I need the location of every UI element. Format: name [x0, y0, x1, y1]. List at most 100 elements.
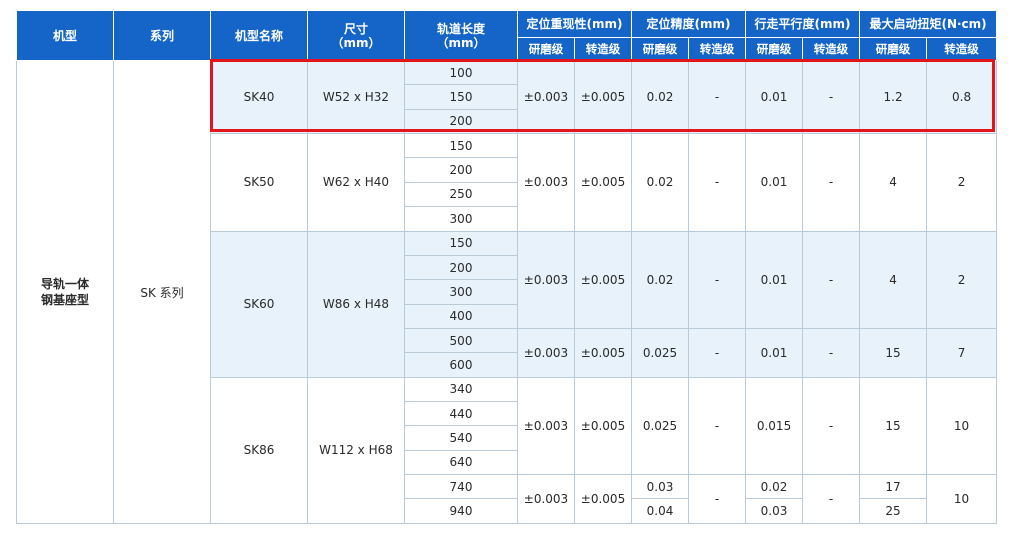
torque-rolling-cell: 2 [926, 230, 998, 329]
parallelism-rolling-cell: - [802, 230, 861, 329]
col-header-accuracy: 定位精度(mm) [631, 10, 747, 38]
rail-length-cell: 200 [404, 157, 518, 183]
accuracy-grinding-cell: 0.02 [631, 133, 690, 232]
parallelism-rolling-cell: - [802, 376, 861, 476]
size-sk60: W86 x H48 [307, 230, 405, 378]
model-type-cell: 导轨一体 钢基座型 [16, 60, 114, 524]
col-header-parallelism: 行走平行度(mm) [745, 10, 861, 38]
repeatability-grinding-cell: ±0.003 [517, 327, 575, 378]
accuracy-grinding-cell: 0.03 [631, 474, 690, 500]
parallelism-rolling-cell: - [802, 327, 861, 378]
size-header-line2: （mm） [331, 35, 381, 50]
rail-length-cell: 150 [404, 84, 518, 110]
parallelism-grinding-cell: 0.01 [745, 133, 804, 232]
model-name-sk50: SK50 [210, 133, 308, 232]
accuracy-rolling-cell: - [688, 230, 747, 329]
parallelism-grinding-cell: 0.01 [745, 59, 804, 135]
repeatability-rolling-cell: ±0.005 [573, 376, 633, 476]
col-header-series: 系列 [113, 10, 211, 61]
parallelism-rolling-cell: - [802, 133, 861, 232]
rail-length-cell: 250 [404, 181, 518, 208]
col-header-repeatability: 定位重现性(mm) [516, 10, 633, 38]
model-type-line1: 导轨一体 [40, 277, 89, 291]
subheader-grinding: 研磨级 [859, 37, 928, 61]
rail-length-cell: 940 [404, 498, 518, 524]
accuracy-grinding-cell: 0.02 [631, 59, 690, 135]
rail-length-cell: 150 [404, 230, 518, 256]
size-sk40: W52 x H32 [307, 59, 405, 135]
model-name-sk86: SK86 [210, 376, 308, 525]
accuracy-grinding-cell: 0.025 [631, 376, 690, 476]
repeatability-grinding-cell: ±0.003 [517, 133, 575, 232]
torque-grinding-cell: 1.2 [859, 59, 928, 135]
subheader-grinding: 研磨级 [745, 37, 804, 61]
rail-length-cell: 300 [404, 206, 518, 232]
size-sk86: W112 x H68 [307, 376, 405, 525]
rail-length-cell: 740 [404, 474, 518, 500]
col-header-rail-length: 轨道长度 （mm） [404, 10, 518, 61]
rail-length-cell: 400 [404, 303, 518, 329]
accuracy-rolling-cell: - [688, 376, 747, 476]
subheader-rolling: 转造级 [802, 37, 861, 61]
rail-length-cell: 540 [404, 425, 518, 451]
subheader-grinding: 研磨级 [517, 37, 575, 61]
rail-length-cell: 340 [404, 376, 518, 403]
parallelism-rolling-cell: - [802, 59, 861, 135]
parallelism-grinding-cell: 0.01 [745, 327, 804, 378]
torque-grinding-cell: 15 [859, 327, 928, 378]
repeatability-rolling-cell: ±0.005 [573, 474, 633, 524]
model-name-sk40: SK40 [210, 59, 308, 135]
parallelism-grinding-cell: 0.02 [745, 474, 804, 500]
accuracy-rolling-cell: - [688, 59, 747, 135]
accuracy-grinding-cell: 0.025 [631, 327, 690, 378]
col-header-model: 机型 [16, 10, 114, 61]
spec-table: 机型 系列 机型名称 尺寸 （mm） 轨道长度 （mm） 定位重现性(mm) 定位精… [16, 10, 998, 525]
size-header-line1: 尺寸 [343, 21, 368, 36]
accuracy-rolling-cell: - [688, 327, 747, 378]
rail-length-cell: 600 [404, 352, 518, 378]
header-row: 机型 系列 机型名称 尺寸 （mm） 轨道长度 （mm） 定位重现性(mm) 定位精… [16, 10, 998, 61]
torque-grinding-cell: 15 [859, 376, 928, 476]
col-header-torque: 最大启动扭矩(N·cm) [859, 10, 998, 38]
size-sk50: W62 x H40 [307, 133, 405, 232]
accuracy-grinding-cell: 0.04 [631, 498, 690, 524]
parallelism-rolling-cell: - [802, 474, 861, 524]
rail-length-cell: 200 [404, 108, 518, 135]
table-row: 导轨一体钢基座型 SK 系列 SK40 W52 x H32 100 ±0.003… [16, 59, 998, 524]
parallelism-grinding-cell: 0.03 [745, 498, 804, 524]
torque-rolling-cell: 10 [926, 474, 998, 524]
rail-length-cell: 640 [404, 449, 518, 476]
torque-grinding-cell: 17 [859, 474, 928, 500]
rail-header-line2: （mm） [436, 35, 486, 50]
subheader-rolling: 转造级 [926, 37, 998, 61]
repeatability-grinding-cell: ±0.003 [517, 376, 575, 476]
subheader-grinding: 研磨级 [631, 37, 690, 61]
rail-length-cell: 100 [404, 59, 518, 86]
repeatability-grinding-cell: ±0.003 [517, 474, 575, 524]
repeatability-rolling-cell: ±0.005 [573, 133, 633, 232]
rail-length-cell: 440 [404, 401, 518, 427]
series-cell: SK 系列 [113, 60, 211, 524]
subheader-rolling: 转造级 [573, 37, 633, 61]
accuracy-rolling-cell: - [688, 133, 747, 232]
accuracy-grinding-cell: 0.02 [631, 230, 690, 329]
torque-rolling-cell: 10 [926, 376, 998, 476]
rail-length-cell: 500 [404, 327, 518, 354]
repeatability-rolling-cell: ±0.005 [573, 327, 633, 378]
accuracy-rolling-cell: - [688, 474, 747, 524]
model-type-line2: 钢基座型 [40, 293, 89, 307]
model-name-sk60: SK60 [210, 230, 308, 378]
repeatability-rolling-cell: ±0.005 [573, 230, 633, 329]
col-header-size: 尺寸 （mm） [307, 10, 405, 61]
subheader-rolling: 转造级 [688, 37, 747, 61]
rail-header-line1: 轨道长度 [436, 21, 485, 36]
col-header-model-name: 机型名称 [210, 10, 308, 61]
torque-rolling-cell: 2 [926, 133, 998, 232]
torque-rolling-cell: 0.8 [926, 59, 998, 135]
parallelism-grinding-cell: 0.01 [745, 230, 804, 329]
torque-grinding-cell: 4 [859, 133, 928, 232]
repeatability-grinding-cell: ±0.003 [517, 230, 575, 329]
rail-length-cell: 200 [404, 254, 518, 281]
parallelism-grinding-cell: 0.015 [745, 376, 804, 476]
rail-length-cell: 150 [404, 133, 518, 159]
